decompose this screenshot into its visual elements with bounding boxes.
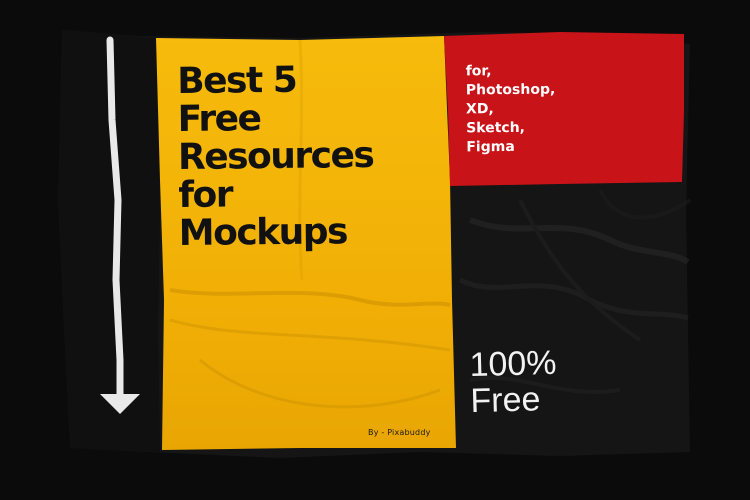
- headline-line-5: Mockups: [178, 211, 348, 255]
- tools-line-4: Sketch,: [466, 119, 526, 137]
- headline-line-3: Resources: [177, 134, 374, 179]
- mockup-poster: Best 5 Free Resources for Mockups for, P…: [0, 0, 750, 500]
- free-percent: 100%: [469, 343, 557, 385]
- tools-line-5: Figma: [466, 138, 515, 156]
- fabric-flag: [58, 30, 692, 458]
- tools-line-3: XD,: [465, 101, 494, 118]
- tools-line-1: for,: [465, 63, 492, 80]
- author-credit: By - Pixabuddy: [368, 428, 431, 437]
- headline-line-2: Free: [177, 98, 261, 141]
- free-badge: 100% Free: [469, 343, 558, 421]
- headline-line-4: for: [178, 174, 233, 217]
- headline-line-1: Best 5: [176, 59, 297, 103]
- headline: Best 5 Free Resources for Mockups: [176, 59, 374, 255]
- tools-list: for, Photoshop, XD, Sketch, Figma: [466, 62, 556, 158]
- free-word: Free: [469, 380, 541, 421]
- tools-line-2: Photoshop,: [465, 81, 556, 99]
